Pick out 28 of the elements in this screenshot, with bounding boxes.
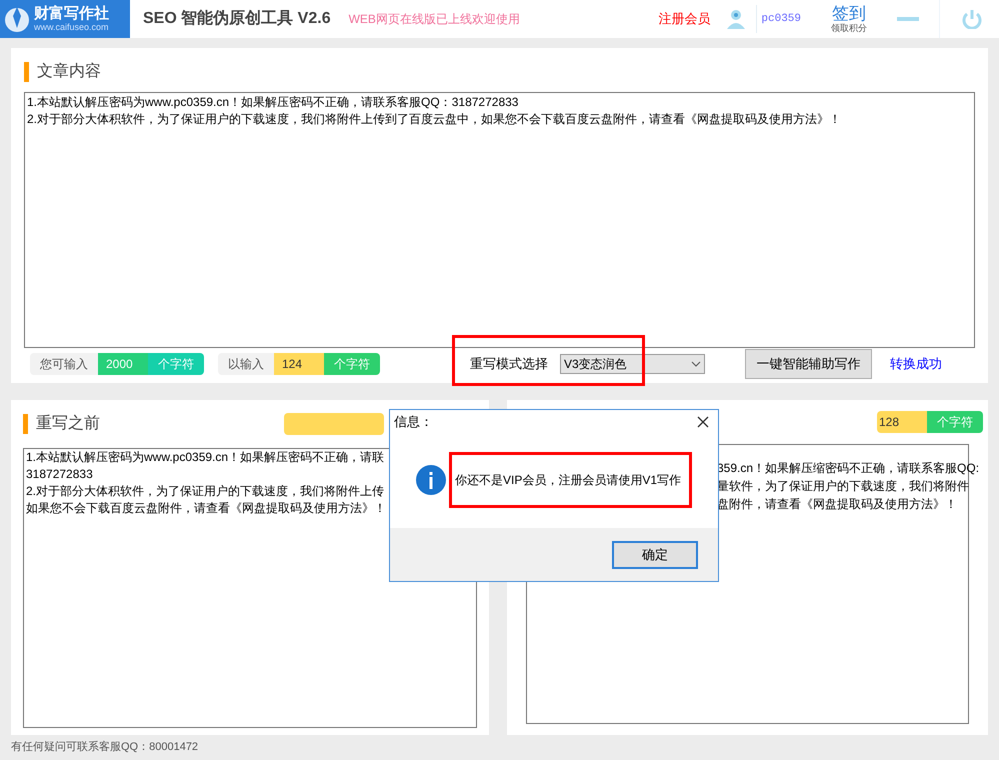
app-title: SEO 智能伪原创工具 V2.6 — [143, 8, 331, 29]
text-line: 如果您不会下载百度云盘附件，请查看《网盘提取码及使用方法》！ — [26, 500, 386, 517]
status-text: 转换成功 — [890, 355, 942, 374]
text-line: 2.对于部分大体积软件，为了保证用户的下载速度，我们将附件上传到了百度云盘中，如果您不会下载百度云盘附件，请查看《网盘提取码及使用方法》！ — [27, 111, 842, 128]
text-line: 量软件，为了保证用户的下载速度，我们将附件 — [717, 478, 969, 495]
text-line: 1.本站默认解压密码为www.pc0359.cn！如果解压密码不正确，请联 — [26, 449, 384, 466]
stat-value: 124 — [274, 353, 324, 375]
username: pc0359 — [761, 12, 801, 27]
notice-text: WEB网页在线版已上线欢迎使用 — [348, 11, 520, 28]
footer-text: 有任何疑问可联系客服QQ：80001472 — [11, 740, 198, 755]
count-unit: 个字符 — [927, 411, 983, 433]
text-line: 2.对于部分大体积软件，为了保证用户的下载速度，我们将附件上传 — [26, 483, 384, 500]
text-line: 1.本站默认解压密码为www.pc0359.cn！如果解压密码不正确，请联系客服QQ：3187272833 — [27, 94, 518, 111]
logo-name: 财富写作社 — [34, 6, 109, 21]
checkin-caption: 领取积分 — [831, 24, 867, 33]
stat-unit: 个字符 — [324, 353, 380, 375]
dialog-title: 信息： — [394, 413, 433, 432]
stat-label: 您可输入 — [30, 353, 98, 375]
mode-label: 重写模式选择 — [470, 355, 548, 374]
logo-url: www.caifuseo.com — [34, 23, 109, 32]
panel-title: 文章内容 — [37, 62, 101, 82]
stat-label: 以输入 — [218, 353, 274, 375]
text-line: 359.cn！如果解压缩密码不正确，请联系客服QQ: — [717, 460, 980, 477]
panel-title: 重写之前 — [36, 414, 100, 434]
text-line: 3187272833 — [26, 466, 93, 483]
stat-unit: 个字符 — [148, 353, 204, 375]
stat-value: 2000 — [98, 353, 148, 375]
count-value: 128 — [877, 411, 927, 433]
